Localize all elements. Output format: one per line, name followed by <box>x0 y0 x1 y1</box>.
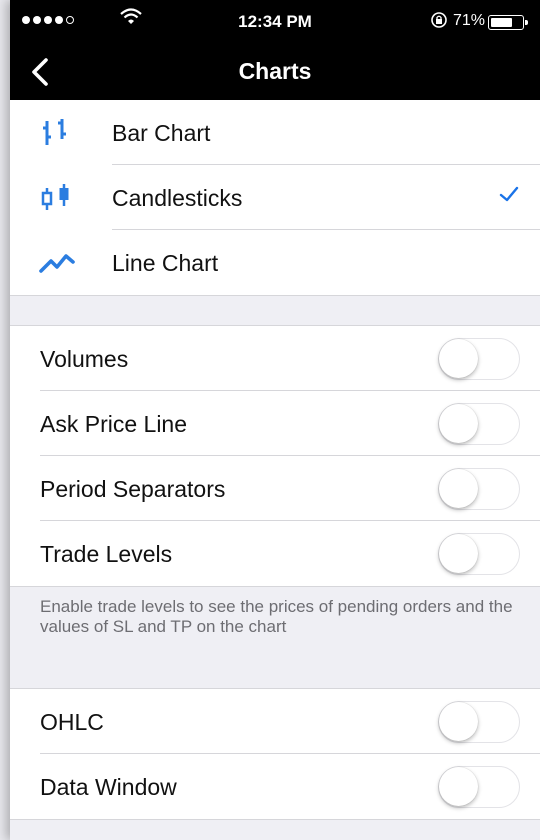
trade-levels-toggle[interactable] <box>438 533 520 575</box>
setting-label: Ask Price Line <box>40 411 188 437</box>
settings-row-period-separators: Period Separators <box>10 456 540 521</box>
setting-label: Data Window <box>40 774 177 800</box>
setting-label: Trade Levels <box>40 541 173 567</box>
setting-label: Volumes <box>40 346 129 372</box>
chart-type-label: Line Chart <box>112 250 219 276</box>
display-options-group: Volumes Ask Price Line Period Separators… <box>10 325 540 587</box>
line-chart-icon <box>39 254 75 273</box>
settings-row-volumes: Volumes <box>10 326 540 391</box>
setting-label: OHLC <box>40 709 104 735</box>
status-bar: 12:34 PM 71% <box>10 0 540 44</box>
data-options-group: OHLC Data Window <box>10 688 540 820</box>
settings-row-data-window: Data Window <box>10 754 540 819</box>
trade-levels-footnote: Enable trade levels to see the prices of… <box>40 597 513 636</box>
period-separators-toggle[interactable] <box>438 468 520 510</box>
chart-type-label: Bar Chart <box>112 120 211 146</box>
ohlc-toggle[interactable] <box>438 701 520 743</box>
battery-percent: 71% <box>453 12 486 29</box>
ask-price-line-toggle[interactable] <box>438 403 520 445</box>
chart-type-label: Candlesticks <box>112 185 243 211</box>
setting-label: Period Separators <box>40 476 226 502</box>
battery-icon <box>488 15 528 30</box>
settings-row-ask-price-line: Ask Price Line <box>10 391 540 456</box>
chart-type-group: Bar Chart Candlesticks Line Chart <box>10 100 540 296</box>
orientation-lock-icon <box>431 12 447 28</box>
chart-type-row-bar[interactable]: Bar Chart <box>10 100 540 165</box>
navigation-bar: Charts <box>10 44 540 100</box>
candlesticks-icon <box>41 184 69 210</box>
page-title: Charts <box>238 58 312 84</box>
settings-row-trade-levels: Trade Levels <box>10 521 540 586</box>
settings-row-ohlc: OHLC <box>10 689 540 754</box>
bar-chart-icon <box>43 119 66 145</box>
chart-type-row-line[interactable]: Line Chart <box>10 230 540 295</box>
volumes-toggle[interactable] <box>438 338 520 380</box>
data-window-toggle[interactable] <box>438 766 520 808</box>
chart-type-row-candlesticks[interactable]: Candlesticks <box>10 165 540 230</box>
phone-screen: 12:34 PM 71% Charts Bar Chart Candlestic… <box>10 0 540 840</box>
checkmark-icon <box>499 186 519 202</box>
